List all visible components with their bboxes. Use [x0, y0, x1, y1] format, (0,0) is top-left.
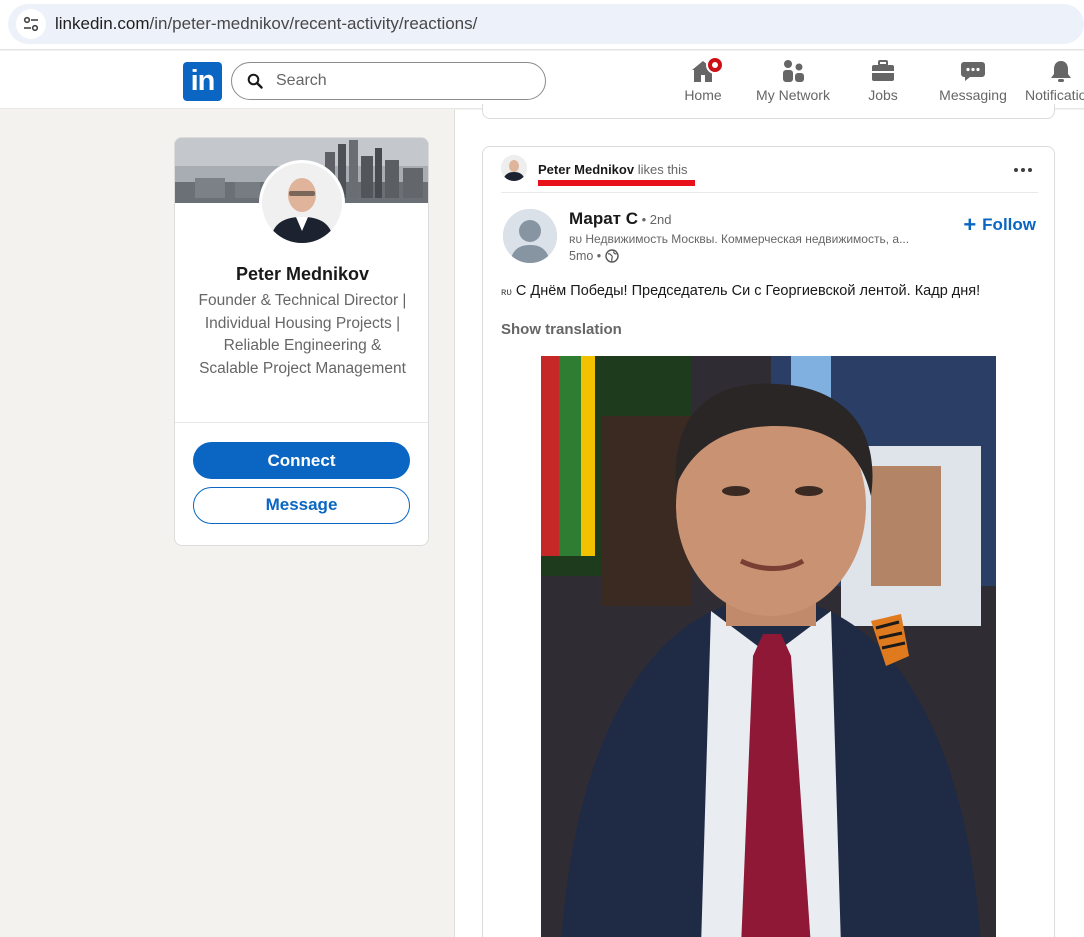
previous-post-card-edge: [482, 104, 1055, 119]
search-box[interactable]: [231, 62, 546, 100]
divider: [175, 422, 428, 423]
connect-button[interactable]: Connect: [193, 442, 410, 479]
nav-my-network[interactable]: My Network: [755, 57, 831, 107]
message-icon: [961, 62, 985, 81]
reaction-header: Peter Mednikov likes this: [501, 155, 1038, 186]
reaction-text: Peter Mednikov likes this: [538, 162, 688, 177]
post-timestamp: 5mo •: [569, 249, 619, 263]
people-icon: [783, 60, 804, 82]
author-description: ʀᴜ Недвижимость Москвы. Коммерческая нед…: [569, 232, 910, 246]
language-tag: ʀᴜ: [501, 287, 512, 298]
author-avatar[interactable]: [503, 209, 557, 263]
follow-label: Follow: [982, 215, 1036, 234]
linkedin-logo[interactable]: in: [183, 62, 222, 101]
nav-home[interactable]: Home: [683, 56, 724, 107]
briefcase-icon: [872, 60, 894, 81]
more-options-icon[interactable]: [1008, 159, 1038, 181]
profile-card: Peter Mednikov Founder & Technical Direc…: [174, 137, 429, 546]
profile-headline: Founder & Technical Director | Individua…: [198, 292, 407, 377]
site-info-icon[interactable]: [16, 9, 46, 39]
author-name-text: Марат С: [569, 209, 638, 228]
author-name[interactable]: Марат С • 2nd: [569, 209, 671, 229]
globe-icon: [605, 249, 619, 263]
linkedin-nav-bar: in Home My Network: [0, 51, 1084, 109]
bell-icon: [1051, 61, 1071, 82]
nav-jobs[interactable]: Jobs: [866, 57, 900, 107]
divider: [501, 192, 1038, 193]
reactor-name[interactable]: Peter Mednikov: [538, 162, 634, 177]
url-text: linkedin.com/in/peter-mednikov/recent-ac…: [55, 14, 477, 34]
nav-home-label: Home: [684, 87, 722, 103]
notification-badge: [706, 56, 724, 74]
nav-messaging-label: Messaging: [939, 87, 1007, 103]
search-input[interactable]: [276, 71, 526, 91]
post-time-text: 5mo •: [569, 249, 602, 263]
plus-icon: +: [963, 212, 977, 237]
url-host: linkedin.com: [55, 14, 150, 33]
message-button[interactable]: Message: [193, 487, 410, 524]
nav-notifications[interactable]: Notifications: [1025, 57, 1084, 107]
post-body: С Днём Победы! Председатель Си с Георгие…: [515, 283, 981, 299]
post-text: ʀᴜ С Днём Победы! Председатель Си с Георг…: [501, 283, 980, 299]
follow-button[interactable]: + Follow: [963, 212, 1036, 237]
profile-name[interactable]: Peter Mednikov: [175, 264, 428, 285]
search-icon: [247, 73, 263, 89]
nav-messaging[interactable]: Messaging: [939, 57, 1007, 107]
highlight-underline: [538, 180, 695, 186]
nav-notifications-label: Notifications: [1025, 87, 1084, 103]
post-image[interactable]: [541, 356, 996, 937]
activity-feed: Peter Mednikov likes this Марат С • 2nd …: [454, 104, 1084, 937]
connection-degree: • 2nd: [638, 212, 672, 227]
reaction-action: likes this: [634, 162, 688, 177]
post-card: Peter Mednikov likes this Марат С • 2nd …: [482, 146, 1055, 937]
url-field[interactable]: linkedin.com/in/peter-mednikov/recent-ac…: [8, 4, 1084, 44]
nav-jobs-label: Jobs: [868, 87, 898, 103]
url-path: /in/peter-mednikov/recent-activity/react…: [149, 14, 478, 33]
profile-avatar[interactable]: [259, 160, 345, 246]
browser-address-bar: linkedin.com/in/peter-mednikov/recent-ac…: [0, 0, 1084, 50]
show-translation-link[interactable]: Show translation: [501, 321, 622, 338]
reactor-avatar[interactable]: [501, 155, 527, 181]
nav-my-network-label: My Network: [756, 87, 830, 103]
